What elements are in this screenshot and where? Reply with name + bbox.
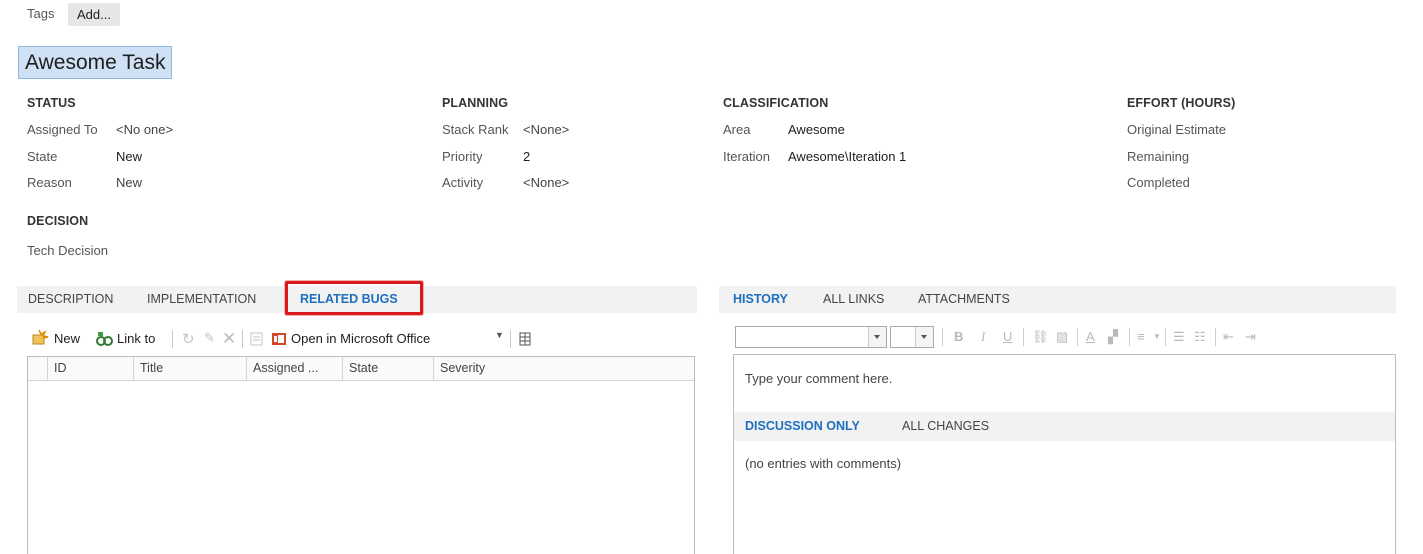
remaining-label[interactable]: Remaining [1127, 149, 1189, 164]
rich-text-toolbar: B I U ⛓ ▨ A ▞ ≡ ▼ ☰ ☷ ⇤ ⇥ [733, 323, 1396, 352]
column-options-icon[interactable] [518, 331, 534, 350]
edit-icon[interactable]: ✎ [204, 330, 215, 346]
classification-header: CLASSIFICATION [723, 96, 829, 110]
activity-label: Activity [442, 175, 484, 190]
history-panel: Type your comment here. DISCUSSION ONLY … [733, 354, 1396, 554]
area-field[interactable]: Awesome [788, 122, 845, 137]
align-icon[interactable]: ≡ [1137, 329, 1145, 344]
column-id[interactable]: ID [48, 357, 134, 380]
stack-rank-field[interactable]: <None> [523, 122, 569, 137]
toolbar-separator [510, 330, 511, 348]
underline-icon[interactable]: U [1003, 329, 1012, 344]
toolbar-separator [1215, 328, 1216, 346]
copy-icon[interactable] [249, 331, 265, 350]
tab-all-links[interactable]: ALL LINKS [823, 286, 884, 313]
original-estimate-label[interactable]: Original Estimate [1127, 122, 1226, 137]
highlight-icon[interactable]: ▞ [1108, 329, 1118, 345]
open-in-office-button[interactable]: Open in Microsoft Office [291, 330, 430, 348]
decrease-indent-icon[interactable]: ⇤ [1223, 329, 1234, 345]
grid-selector-column [28, 357, 48, 380]
right-tab-bar: HISTORY ALL LINKS ATTACHMENTS [719, 286, 1396, 313]
link-to-button[interactable]: Link to [117, 330, 155, 348]
font-color-icon[interactable]: A [1086, 329, 1095, 344]
toolbar-separator [1165, 328, 1166, 346]
planning-header: PLANNING [442, 96, 509, 110]
increase-indent-icon[interactable]: ⇥ [1245, 329, 1256, 345]
toolbar-separator [942, 328, 943, 346]
empty-history-text: (no entries with comments) [745, 456, 902, 471]
tab-all-changes[interactable]: ALL CHANGES [902, 412, 989, 441]
toolbar-separator [1129, 328, 1130, 346]
column-state[interactable]: State [343, 357, 434, 380]
tab-discussion-only[interactable]: DISCUSSION ONLY [745, 412, 860, 441]
related-bugs-grid[interactable]: ID Title Assigned ... State Severity [27, 356, 695, 554]
numbered-list-icon[interactable]: ☷ [1194, 329, 1206, 345]
decision-header: DECISION [27, 214, 89, 228]
comment-input[interactable]: Type your comment here. [745, 371, 892, 386]
tech-decision-label[interactable]: Tech Decision [27, 243, 108, 258]
image-icon[interactable]: ▨ [1056, 329, 1068, 345]
new-button[interactable]: New [54, 330, 80, 348]
iteration-field[interactable]: Awesome\Iteration 1 [788, 149, 906, 164]
link-icon[interactable]: ⛓ [1032, 329, 1049, 345]
iteration-label: Iteration [723, 149, 770, 164]
status-header: STATUS [27, 96, 76, 110]
column-title[interactable]: Title [134, 357, 247, 380]
toolbar-separator [172, 330, 173, 348]
stack-rank-label: Stack Rank [442, 122, 509, 137]
add-tag-button[interactable]: Add... [68, 3, 120, 26]
effort-header: EFFORT (HOURS) [1127, 96, 1236, 110]
new-link-icon[interactable] [31, 329, 51, 350]
column-assigned[interactable]: Assigned ... [247, 357, 343, 380]
highlight-box [285, 281, 423, 315]
reason-label: Reason [27, 175, 72, 190]
chevron-down-icon[interactable]: ▼ [495, 330, 504, 340]
toolbar-separator [1077, 328, 1078, 346]
font-size-select[interactable] [890, 326, 934, 348]
assigned-to-field[interactable]: <No one> [116, 122, 173, 137]
area-label: Area [723, 122, 751, 137]
tab-implementation[interactable]: IMPLEMENTATION [147, 286, 256, 313]
toolbar-separator [1023, 328, 1024, 346]
tab-attachments[interactable]: ATTACHMENTS [918, 286, 1010, 313]
completed-label[interactable]: Completed [1127, 175, 1190, 190]
priority-label: Priority [442, 149, 483, 164]
tab-history[interactable]: HISTORY [733, 286, 788, 313]
discussion-tab-bar: DISCUSSION ONLY ALL CHANGES [734, 412, 1395, 441]
chevron-down-icon[interactable]: ▼ [1153, 332, 1161, 341]
bold-icon[interactable]: B [954, 329, 963, 344]
tags-label: Tags [27, 6, 55, 21]
column-severity[interactable]: Severity [434, 357, 694, 380]
link-to-icon[interactable] [95, 330, 115, 351]
reason-field[interactable]: New [116, 175, 142, 190]
bullet-list-icon[interactable]: ☰ [1173, 329, 1185, 345]
redo-icon[interactable]: ↻ [182, 330, 195, 348]
grid-header: ID Title Assigned ... State Severity [28, 357, 694, 381]
tab-description[interactable]: DESCRIPTION [28, 286, 113, 313]
state-label: State [27, 149, 58, 164]
state-field[interactable]: New [116, 149, 142, 164]
work-item-title[interactable]: Awesome Task [18, 46, 173, 79]
italic-icon[interactable]: I [981, 329, 985, 345]
priority-field[interactable]: 2 [523, 149, 530, 164]
office-icon[interactable] [271, 331, 287, 350]
font-family-select[interactable] [735, 326, 887, 348]
toolbar-separator [242, 330, 243, 348]
assigned-to-label: Assigned To [27, 122, 98, 137]
delete-icon[interactable]: ✕ [222, 329, 236, 349]
activity-field[interactable]: <None> [523, 175, 569, 190]
